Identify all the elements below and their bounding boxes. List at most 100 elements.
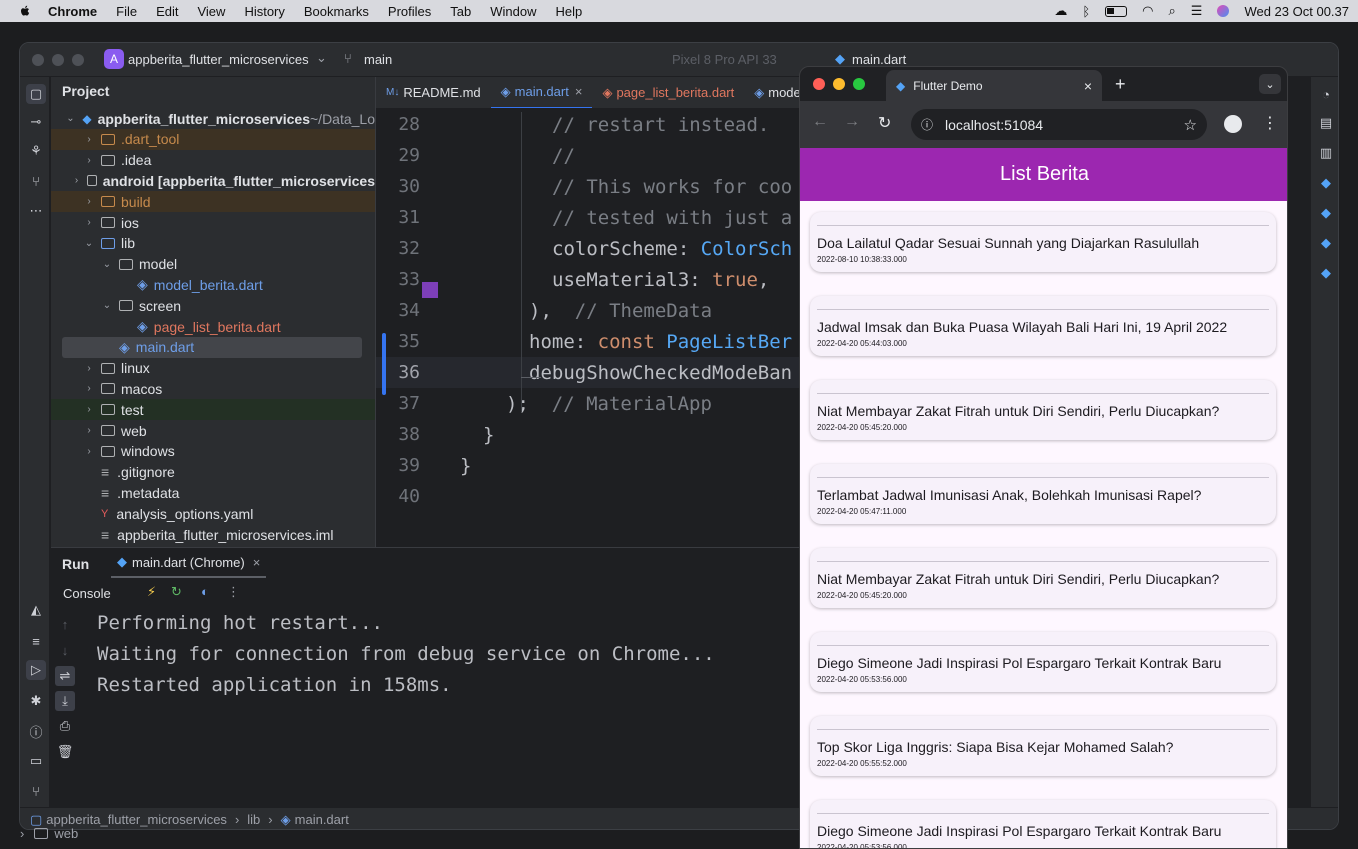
tree-item[interactable]: › build: [51, 191, 375, 213]
spotlight-search-icon[interactable]: ⌕: [1169, 3, 1176, 19]
news-card[interactable]: Doa Lailatul Qadar Sesuai Sunnah yang Di…: [810, 212, 1276, 272]
news-card[interactable]: Top Skor Liga Inggris: Siapa Bisa Kejar …: [810, 716, 1276, 776]
notifications-icon[interactable]: ◔: [1318, 86, 1334, 102]
code-line[interactable]: 39}: [376, 450, 802, 481]
pull-requests-icon[interactable]: ⑂: [28, 173, 44, 189]
console-tab[interactable]: Console: [63, 586, 111, 601]
project-tool-icon[interactable]: ▢: [26, 84, 46, 104]
apple-icon[interactable]: [18, 4, 32, 18]
reload-button-icon[interactable]: ↻: [878, 113, 891, 133]
chrome-zoom-button[interactable]: [853, 78, 865, 90]
structure-icon[interactable]: ⚘: [28, 143, 44, 159]
browser-tab[interactable]: ◆ Flutter Demo ×: [886, 70, 1102, 101]
chevron-down-icon[interactable]: ⌄: [65, 113, 77, 124]
list-icon[interactable]: ≡: [28, 633, 44, 649]
problems-icon[interactable]: ⓘ: [28, 723, 44, 740]
scroll-down-icon[interactable]: ↓: [57, 642, 73, 658]
cloud-icon[interactable]: ☁: [1054, 3, 1067, 19]
back-button-icon[interactable]: ←: [812, 113, 828, 131]
code-line[interactable]: 35 home: const PageListBer: [376, 326, 802, 357]
chrome-close-button[interactable]: [813, 78, 825, 90]
tree-item[interactable]: ⌄ screen: [51, 295, 375, 316]
menu-profiles[interactable]: Profiles: [388, 4, 431, 19]
terminal-icon[interactable]: ▭: [28, 753, 44, 769]
window-close-button[interactable]: [32, 54, 44, 66]
tab-main-dart[interactable]: ◈ main.dart ×: [490, 77, 593, 108]
new-tab-button[interactable]: +: [1115, 74, 1126, 95]
news-card[interactable]: Terlambat Jadwal Imunisasi Anak, Bolehka…: [810, 464, 1276, 524]
device-manager-icon[interactable]: ▥: [1318, 145, 1334, 161]
menu-view[interactable]: View: [197, 4, 225, 19]
address-bar[interactable]: ⓘ localhost:51084 ☆: [911, 109, 1207, 140]
chevron-right-icon[interactable]: ›: [83, 196, 95, 207]
tree-item[interactable]: › .dart_tool: [51, 128, 375, 150]
menu-tab[interactable]: Tab: [450, 4, 471, 19]
devtools-icon[interactable]: ◐: [201, 584, 209, 599]
debug-icon[interactable]: ✱: [28, 693, 44, 709]
more-tools-icon[interactable]: ⋯: [28, 203, 44, 219]
profile-avatar-icon[interactable]: [1224, 115, 1242, 133]
chevron-right-icon[interactable]: ›: [83, 404, 95, 415]
flutter-deeplinks-icon[interactable]: ◆: [1318, 265, 1334, 281]
news-card[interactable]: Diego Simeone Jadi Inspirasi Pol Esparga…: [810, 800, 1276, 848]
tree-item[interactable]: › macos: [51, 378, 375, 399]
chevron-right-icon[interactable]: ›: [83, 155, 95, 166]
tree-item[interactable]: › android [appberita_flutter_microservice…: [51, 170, 375, 191]
print-icon[interactable]: ⎙: [57, 718, 73, 734]
close-icon[interactable]: ×: [253, 555, 261, 570]
tree-item[interactable]: › ios: [51, 212, 375, 233]
window-minimize-button[interactable]: [52, 54, 64, 66]
tree-item[interactable]: ◈ model_berita.dart: [51, 274, 375, 295]
menu-bookmarks[interactable]: Bookmarks: [304, 4, 369, 19]
close-icon[interactable]: ×: [575, 84, 583, 99]
chevron-right-icon[interactable]: ›: [83, 446, 95, 457]
news-card[interactable]: Jadwal Imsak dan Buka Puasa Wilayah Bali…: [810, 296, 1276, 356]
run-tool-icon[interactable]: ▷: [26, 660, 46, 680]
chevron-down-icon[interactable]: ⌄: [101, 300, 113, 311]
code-line[interactable]: 32 colorScheme: ColorSch: [376, 233, 802, 264]
menu-edit[interactable]: Edit: [156, 4, 178, 19]
chevron-right-icon[interactable]: ›: [83, 383, 95, 394]
breadcrumb-lib[interactable]: lib: [247, 812, 260, 827]
tree-item[interactable]: ≡ appberita_flutter_microservices.iml: [51, 524, 375, 545]
menu-file[interactable]: File: [116, 4, 137, 19]
site-info-icon[interactable]: ⓘ: [921, 116, 933, 133]
commit-icon[interactable]: ⊸: [28, 114, 44, 130]
code-line[interactable]: 34), // ThemeData: [376, 295, 802, 326]
menu-history[interactable]: History: [244, 4, 284, 19]
forward-button-icon[interactable]: →: [844, 113, 860, 131]
chrome-menu-icon[interactable]: ⋮: [1262, 113, 1278, 133]
menu-app-name[interactable]: Chrome: [48, 4, 97, 19]
news-card[interactable]: Diego Simeone Jadi Inspirasi Pol Esparga…: [810, 632, 1276, 692]
git-icon[interactable]: ⑂: [28, 783, 44, 799]
project-switcher[interactable]: appberita_flutter_microservices: [128, 52, 309, 67]
run-config-tab[interactable]: ◆ main.dart (Chrome) ×: [111, 548, 267, 578]
tab-model[interactable]: ◈ mode: [744, 77, 802, 108]
flutter-outline-icon[interactable]: ◆: [1318, 175, 1334, 191]
news-card[interactable]: Niat Membayar Zakat Fitrah untuk Diri Se…: [810, 548, 1276, 608]
control-center-icon[interactable]: ☰: [1191, 3, 1203, 19]
tree-item[interactable]: ◈ main.dart: [62, 336, 362, 358]
siri-icon[interactable]: [1217, 5, 1230, 17]
chevron-right-icon[interactable]: ›: [83, 134, 95, 145]
menu-window[interactable]: Window: [490, 4, 536, 19]
flutter-performance-icon[interactable]: ◆: [1318, 205, 1334, 221]
tree-item[interactable]: › .idea: [51, 150, 375, 171]
code-line[interactable]: 33 useMaterial3: true,: [376, 264, 802, 295]
code-line[interactable]: 36 debugShowCheckedModeBan: [376, 357, 802, 388]
tab-readme[interactable]: M↓ README.md: [376, 77, 491, 108]
soft-wrap-icon[interactable]: ⇌: [55, 666, 75, 686]
bookmark-star-icon[interactable]: ☆: [1184, 116, 1197, 134]
chevron-down-icon[interactable]: ⌄: [101, 259, 113, 270]
hot-restart-icon[interactable]: ↻: [171, 584, 182, 600]
window-zoom-button[interactable]: [72, 54, 84, 66]
chevron-down-icon[interactable]: ⌄: [83, 238, 95, 249]
close-tab-icon[interactable]: ×: [1084, 78, 1092, 94]
wifi-icon[interactable]: ◠: [1142, 3, 1153, 19]
tree-item[interactable]: ◈ page_list_berita.dart: [51, 316, 375, 337]
breadcrumb-file[interactable]: main.dart: [295, 812, 349, 827]
tree-item[interactable]: ⌄ lib: [51, 233, 375, 254]
tree-item[interactable]: ⌄ ◆ appberita_flutter_microservices ~/Data…: [51, 108, 375, 129]
news-card[interactable]: Niat Membayar Zakat Fitrah untuk Diri Se…: [810, 380, 1276, 440]
tree-item[interactable]: › web: [51, 420, 375, 441]
